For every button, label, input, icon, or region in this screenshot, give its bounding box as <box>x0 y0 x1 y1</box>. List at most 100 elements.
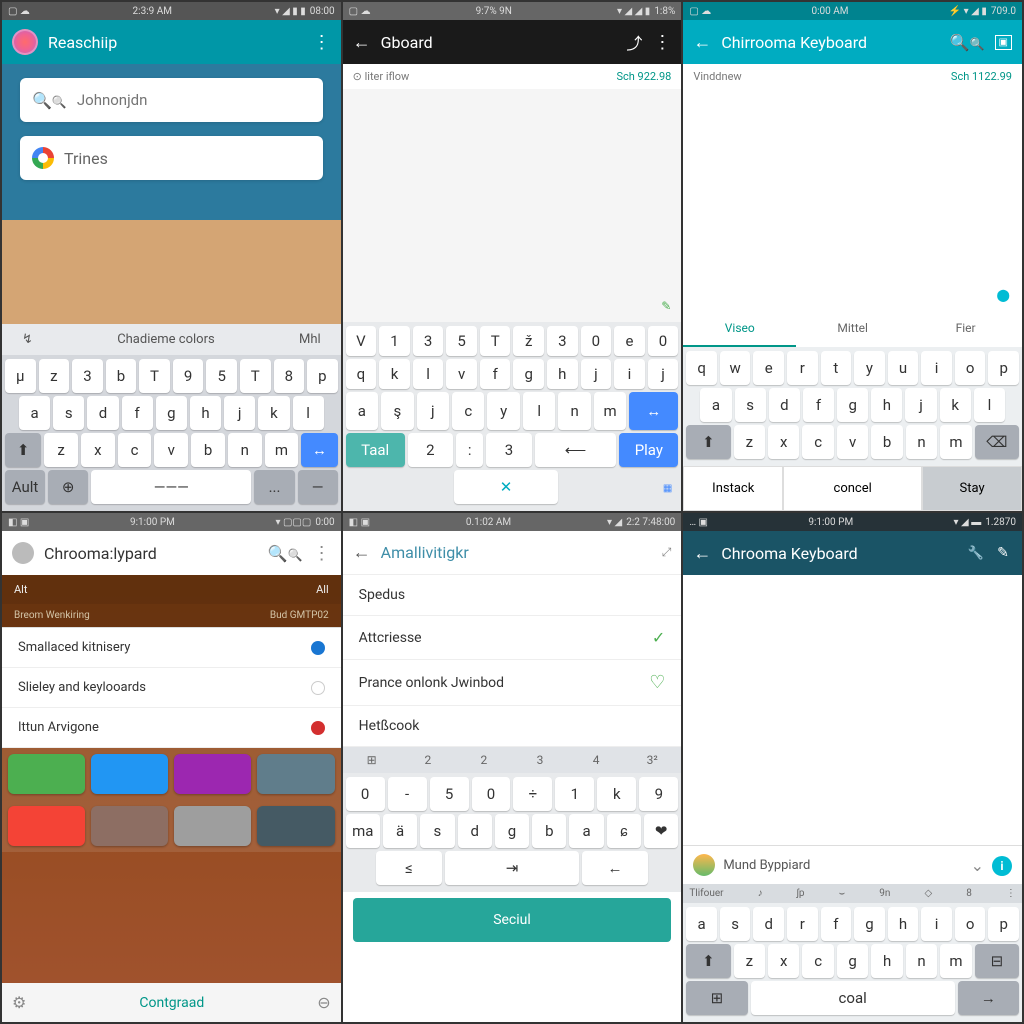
key[interactable]: b <box>191 433 225 467</box>
key[interactable]: 9 <box>639 777 678 811</box>
key[interactable]: 3 <box>72 359 103 393</box>
theme-swatch[interactable] <box>174 806 251 846</box>
key[interactable]: h <box>871 388 902 422</box>
key[interactable]: z <box>44 433 78 467</box>
install-button[interactable]: Instack <box>683 466 783 511</box>
key[interactable]: g <box>156 396 187 430</box>
key[interactable]: c <box>802 944 833 978</box>
key[interactable]: s <box>53 396 84 430</box>
key[interactable]: a <box>700 388 731 422</box>
space-key[interactable]: ——— <box>91 470 251 504</box>
key[interactable]: j <box>224 396 255 430</box>
share-icon[interactable] <box>625 33 643 51</box>
key[interactable]: 9 <box>173 359 204 393</box>
theme-swatch[interactable] <box>8 806 85 846</box>
key[interactable]: p <box>307 359 338 393</box>
cancel-button[interactable]: concel <box>783 466 922 511</box>
key[interactable]: r <box>787 907 818 941</box>
key[interactable]: 1 <box>379 326 410 356</box>
key[interactable]: ɕ <box>607 814 641 848</box>
key[interactable]: 3 <box>413 326 444 356</box>
key[interactable]: a <box>686 907 717 941</box>
share-icon[interactable]: ⤢ <box>662 545 672 560</box>
action-key[interactable]: ↔ <box>629 392 678 430</box>
bottom-label[interactable]: Contgraad <box>36 995 307 1011</box>
key[interactable]: k <box>258 396 289 430</box>
settings-icon[interactable]: ⚙ <box>12 993 26 1012</box>
key[interactable]: z <box>39 359 70 393</box>
chat-area[interactable] <box>683 575 1022 845</box>
key[interactable]: g <box>854 907 885 941</box>
account-icon[interactable]: ▣ <box>995 35 1012 50</box>
grid-key[interactable]: ⊞ <box>686 981 747 1015</box>
key[interactable]: q <box>346 359 377 389</box>
key[interactable]: i <box>614 359 645 389</box>
key[interactable]: k <box>597 777 636 811</box>
space-key[interactable]: coal <box>751 981 955 1015</box>
key[interactable]: p <box>988 351 1019 385</box>
key[interactable]: n <box>906 944 937 978</box>
submit-button[interactable]: Seciul <box>353 898 672 942</box>
key[interactable]: g <box>513 359 544 389</box>
key[interactable]: o <box>955 907 986 941</box>
delete-key[interactable]: ⌫ <box>975 425 1019 459</box>
key[interactable]: 0 <box>472 777 511 811</box>
key[interactable]: ma <box>346 814 380 848</box>
key[interactable]: v <box>154 433 188 467</box>
close-key[interactable]: ✕ <box>454 470 559 504</box>
key[interactable]: a <box>19 396 50 430</box>
key[interactable]: l <box>974 388 1005 422</box>
key[interactable]: ž <box>513 326 544 356</box>
key[interactable]: µ <box>5 359 36 393</box>
list-item[interactable]: Smallaced kitnisery <box>2 628 341 668</box>
key[interactable]: d <box>769 388 800 422</box>
search-box[interactable]: 🔍 <box>20 78 323 122</box>
theme-swatch[interactable] <box>8 754 85 794</box>
menu-icon[interactable] <box>313 544 331 562</box>
key[interactable]: l <box>413 359 444 389</box>
text-area[interactable] <box>343 89 682 322</box>
key[interactable]: y <box>487 392 519 430</box>
key[interactable]: x <box>81 433 115 467</box>
key[interactable]: 5 <box>206 359 237 393</box>
key[interactable]: h <box>190 396 221 430</box>
key[interactable]: ÷ <box>513 777 552 811</box>
key[interactable]: q <box>686 351 717 385</box>
key[interactable]: 1 <box>555 777 594 811</box>
key[interactable]: g <box>837 388 868 422</box>
key[interactable]: j <box>581 359 612 389</box>
key[interactable]: o <box>955 351 986 385</box>
key[interactable]: h <box>871 944 902 978</box>
theme-swatch[interactable] <box>257 754 334 794</box>
edit-icon[interactable] <box>994 544 1012 562</box>
stay-button[interactable]: Stay <box>922 466 1022 511</box>
key[interactable]: d <box>753 907 784 941</box>
tab-3[interactable]: Fier <box>909 311 1022 347</box>
list-item[interactable]: Hetßcook <box>343 706 682 747</box>
key[interactable]: m <box>594 392 626 430</box>
key[interactable]: l <box>293 396 324 430</box>
menu-icon[interactable] <box>653 33 671 51</box>
menu-icon[interactable] <box>313 33 331 51</box>
key[interactable]: T <box>480 326 511 356</box>
key[interactable]: z <box>734 944 765 978</box>
tab-1[interactable]: Viseo <box>683 311 796 347</box>
search-input[interactable] <box>77 91 311 109</box>
message-input[interactable]: Mund Byppiard <box>723 858 962 873</box>
action-key[interactable]: ↔ <box>301 433 337 467</box>
key[interactable]: V <box>346 326 377 356</box>
key[interactable]: n <box>228 433 262 467</box>
key[interactable]: 5 <box>430 777 469 811</box>
key[interactable]: e <box>753 351 784 385</box>
list-item[interactable]: Ittun Arvigone <box>2 708 341 748</box>
key[interactable]: m <box>940 425 971 459</box>
shift-key[interactable]: ⬆ <box>686 944 730 978</box>
back-icon[interactable] <box>693 544 711 562</box>
key[interactable]: x <box>768 944 799 978</box>
key[interactable]: d <box>87 396 118 430</box>
key[interactable]: s <box>720 907 751 941</box>
key[interactable]: b <box>871 425 902 459</box>
key[interactable]: c <box>118 433 152 467</box>
key[interactable]: f <box>803 388 834 422</box>
key[interactable]: b <box>106 359 137 393</box>
